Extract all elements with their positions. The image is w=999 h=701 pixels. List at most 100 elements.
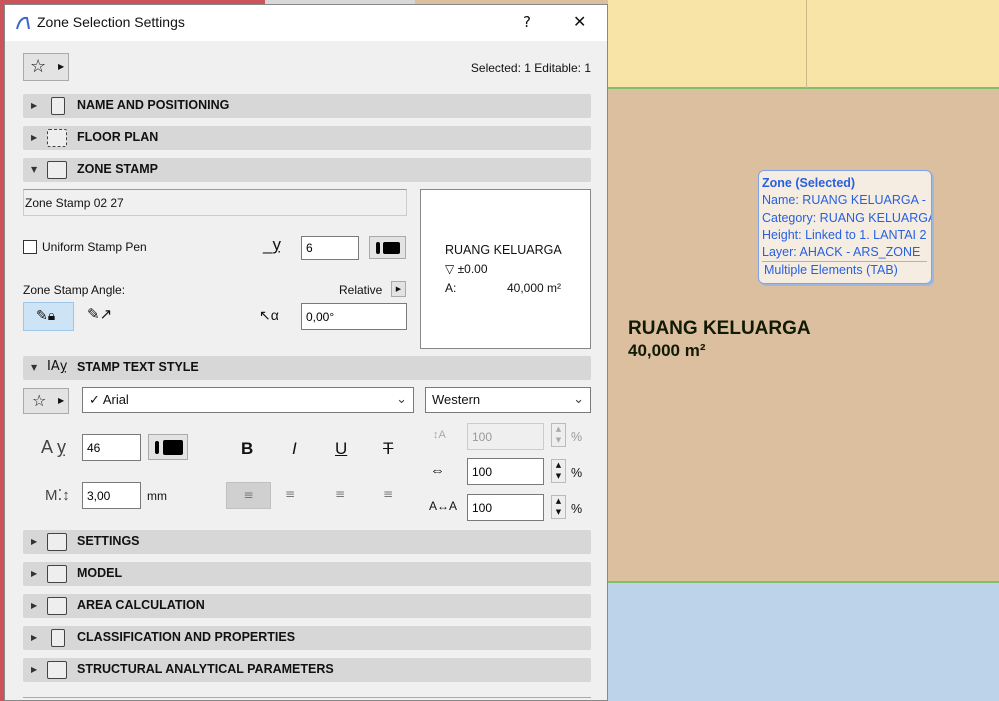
- pen-icon: _ỵ: [263, 235, 281, 254]
- zone-stamp-icon: [47, 161, 67, 179]
- section-label: STAMP TEXT STYLE: [77, 360, 199, 374]
- settings-icon: [47, 533, 67, 551]
- relative-label: Relative: [339, 283, 383, 297]
- chevron-down-icon: ⌄: [573, 391, 584, 406]
- triangle-right-icon: ▶: [31, 537, 38, 546]
- preview-level: ▽ ±0.00: [445, 262, 488, 276]
- triangle-down-icon: ▼: [31, 165, 38, 174]
- align-left-button[interactable]: ≡: [226, 482, 271, 509]
- text-pen-input[interactable]: [82, 434, 141, 461]
- section-stamp-text-style[interactable]: ▼ IAỵ STAMP TEXT STYLE: [23, 356, 591, 380]
- italic-button[interactable]: I: [292, 439, 297, 459]
- section-settings[interactable]: ▶ SETTINGS: [23, 530, 591, 554]
- angle-icon: ↖α: [259, 307, 279, 323]
- align-justify-button[interactable]: ≡: [383, 487, 393, 501]
- width-factor-icon: ⇔: [430, 462, 445, 479]
- underline-button[interactable]: U: [335, 439, 347, 459]
- favorites-button[interactable]: ☆ ▶: [23, 53, 69, 81]
- tooltip-line: Category: RUANG KELUARGA: [762, 210, 932, 225]
- tooltip-line: Name: RUANG KELUARGA -: [762, 193, 926, 208]
- pen-color-button[interactable]: [369, 236, 406, 259]
- percent-label: %: [571, 466, 583, 480]
- stamp-preview: RUANG KELUARGA ▽ ±0.00 A: 40,000 m²: [420, 189, 591, 349]
- tooltip-footer[interactable]: Multiple Elements (TAB): [762, 261, 927, 279]
- preview-zone-name: RUANG KELUARGA: [445, 243, 562, 257]
- zone-blue: [608, 581, 999, 701]
- zone-stamp-angle-label: Zone Stamp Angle:: [23, 283, 126, 297]
- align-center-button[interactable]: ≡: [285, 487, 295, 501]
- wall-line: [806, 0, 807, 88]
- triangle-right-icon: ▶: [58, 396, 65, 405]
- chevron-down-icon: ⌄: [396, 391, 407, 406]
- char-spacing-stepper[interactable]: ▲ ▼: [551, 495, 566, 519]
- preview-area-value: 40,000 m²: [507, 281, 562, 295]
- star-icon: ☆: [32, 391, 47, 410]
- text-size-input[interactable]: [82, 482, 141, 509]
- percent-label: %: [571, 502, 583, 516]
- relative-menu-button[interactable]: ▶: [391, 281, 406, 297]
- floor-plan-icon: [47, 129, 67, 147]
- section-label: SETTINGS: [77, 534, 140, 548]
- selection-status: Selected: 1 Editable: 1: [470, 61, 591, 75]
- dialog-title: Zone Selection Settings: [37, 14, 185, 30]
- section-floor-plan[interactable]: ▶ FLOOR PLAN: [23, 126, 591, 150]
- text-pen-color-button[interactable]: [148, 434, 188, 460]
- archicad-logo-icon: [16, 16, 30, 30]
- section-label: FLOOR PLAN: [77, 130, 159, 144]
- section-model[interactable]: ▶ MODEL: [23, 562, 591, 586]
- triangle-right-icon: ▶: [31, 101, 38, 110]
- text-pen-icon: A ỵ: [41, 437, 67, 457]
- stamp-angle-input[interactable]: [301, 303, 407, 330]
- info-tooltip: Zone (Selected) Name: RUANG KELUARGA - C…: [758, 170, 932, 284]
- text-favorites-button[interactable]: ☆ ▶: [23, 388, 69, 414]
- stamp-lock-icon: ✎🔒︎: [36, 308, 56, 324]
- width-factor-input[interactable]: [467, 458, 544, 485]
- char-spacing-input[interactable]: [467, 494, 544, 521]
- section-classification-and-properties[interactable]: ▶ CLASSIFICATION AND PROPERTIES: [23, 626, 591, 650]
- star-icon: ☆: [30, 56, 47, 77]
- rotate-with-zone-button[interactable]: ✎↗: [87, 305, 112, 323]
- section-label: CLASSIFICATION AND PROPERTIES: [77, 630, 296, 644]
- triangle-down-icon: ▼: [31, 363, 38, 372]
- tooltip-line: Height: Linked to 1. LANTAI 2: [762, 227, 927, 242]
- line-spacing-input: [467, 423, 544, 450]
- check-icon: ✓: [89, 392, 100, 407]
- stamp-pen-input[interactable]: [301, 236, 359, 260]
- align-right-button[interactable]: ≡: [335, 487, 345, 501]
- text-size-icon: M⁚↕: [45, 487, 70, 504]
- uniform-stamp-pen-checkbox[interactable]: [23, 240, 37, 254]
- section-area-calculation[interactable]: ▶ AREA CALCULATION: [23, 594, 591, 618]
- section-label: NAME AND POSITIONING: [77, 98, 230, 112]
- strikethrough-button[interactable]: T: [383, 439, 393, 459]
- section-zone-stamp[interactable]: ▼ ZONE STAMP: [23, 158, 591, 182]
- title-bar[interactable]: Zone Selection Settings ? ✕: [5, 5, 607, 41]
- tooltip-line: Layer: AHACK - ARS_ZONE: [762, 245, 921, 260]
- section-structural-analytical-parameters[interactable]: ▶ STRUCTURAL ANALYTICAL PARAMETERS: [23, 658, 591, 682]
- bold-button[interactable]: B: [241, 439, 253, 459]
- triangle-right-icon: ▶: [31, 633, 38, 642]
- triangle-right-icon: ▶: [31, 133, 38, 142]
- section-name-and-positioning[interactable]: ▶ NAME AND POSITIONING: [23, 94, 591, 118]
- section-label: AREA CALCULATION: [77, 598, 205, 612]
- percent-label: %: [571, 430, 583, 444]
- zone-yellow: [608, 0, 999, 89]
- calculator-icon: [47, 597, 67, 615]
- help-button[interactable]: ?: [523, 13, 531, 31]
- section-label: MODEL: [77, 566, 123, 580]
- document-icon: [51, 629, 65, 647]
- fixed-angle-button[interactable]: ✎🔒︎: [23, 302, 74, 331]
- canvas-zone-stamp[interactable]: RUANG KELUARGA 40,000 m²: [628, 318, 811, 362]
- canvas-zone-name: RUANG KELUARGA: [628, 318, 811, 339]
- size-unit: mm: [147, 489, 167, 503]
- close-button[interactable]: ✕: [573, 12, 586, 31]
- zone-stamp-name-field[interactable]: Zone Stamp 02 27: [23, 189, 407, 216]
- width-factor-stepper[interactable]: ▲ ▼: [551, 459, 566, 483]
- canvas-zone-area: 40,000 m²: [628, 341, 706, 360]
- section-label: STRUCTURAL ANALYTICAL PARAMETERS: [77, 662, 334, 676]
- font-select[interactable]: ✓ Arial ⌄: [82, 387, 414, 413]
- tooltip-title: Zone (Selected): [762, 176, 856, 190]
- script-select[interactable]: Western ⌄: [425, 387, 591, 413]
- section-label: ZONE STAMP: [77, 162, 159, 176]
- line-spacing-icon: ↕A: [433, 429, 446, 441]
- preview-area-label: A:: [445, 281, 457, 295]
